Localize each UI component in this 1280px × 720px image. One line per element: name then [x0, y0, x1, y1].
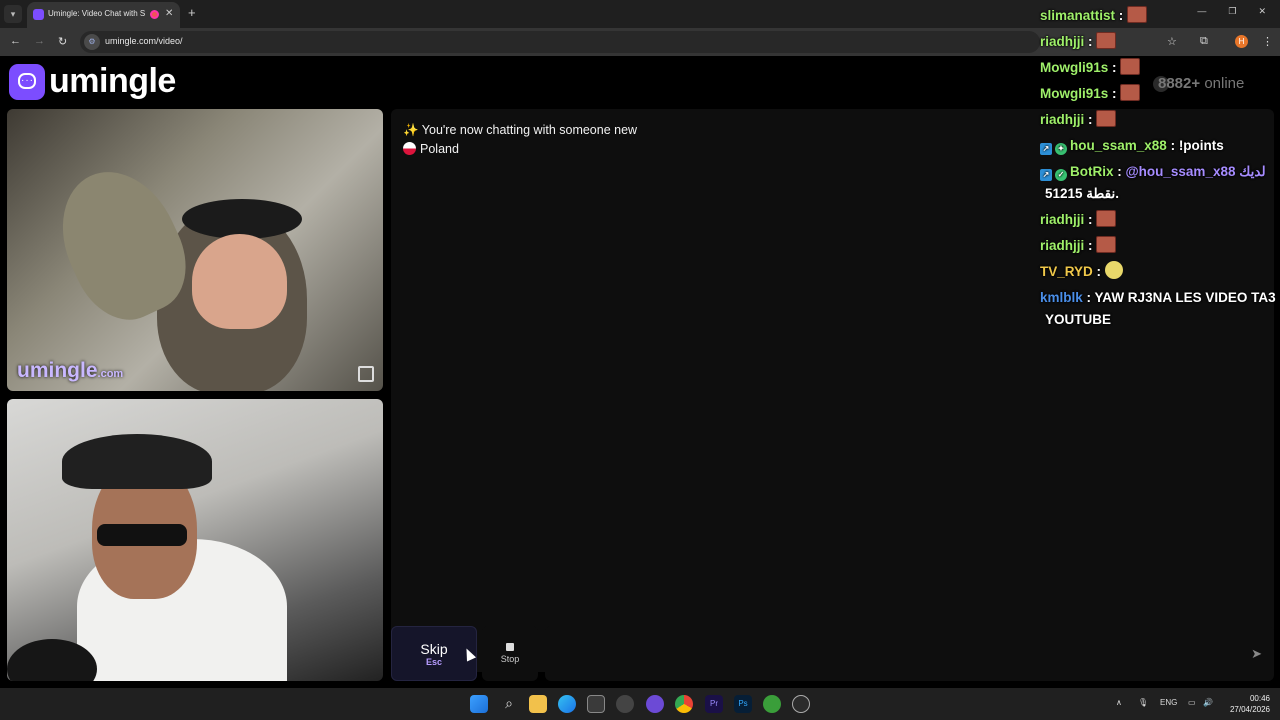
photoshop-icon[interactable]: Ps	[734, 695, 752, 713]
stop-icon	[506, 643, 514, 651]
emote-icon	[1096, 110, 1117, 127]
umingle-logo-icon[interactable]: ···	[9, 64, 45, 100]
moderator-badge-icon: ↗	[1040, 169, 1052, 181]
forward-icon[interactable]: →	[34, 35, 45, 47]
umingle-favicon-icon	[33, 9, 44, 20]
url-text: umingle.com/video/	[105, 36, 183, 46]
tray-chevron-icon[interactable]: ∧	[1116, 698, 1122, 707]
stranger-country: Poland	[403, 142, 459, 156]
close-tab-icon[interactable]: ✕	[165, 8, 173, 19]
emote-icon	[1096, 210, 1117, 227]
start-icon[interactable]	[470, 695, 488, 713]
microphone-icon[interactable]: 🎙	[1138, 698, 1148, 707]
volume-icon[interactable]: 🔊	[1203, 698, 1213, 707]
local-video	[7, 399, 383, 681]
tab-title: Umingle: Video Chat with S	[48, 9, 146, 18]
chat-line: slimanattist :	[1040, 5, 1280, 26]
chat-line: riadhjji :	[1040, 209, 1280, 230]
search-icon[interactable]: ⌕	[500, 695, 518, 713]
new-chat-message: ✨ You're now chatting with someone new	[403, 123, 638, 137]
chat-line: kmlblk : YAW RJ3NA LES VIDEO TA3	[1040, 290, 1276, 305]
chat-line: ↗ ✦ hou_ssam_x88 : !points	[1040, 135, 1280, 156]
send-icon[interactable]: ➤	[1251, 646, 1262, 662]
chat-line: Mowgli91s :	[1040, 83, 1280, 104]
chat-line: Mowgli91s :	[1040, 57, 1280, 78]
stop-button[interactable]: Stop	[482, 626, 538, 681]
premiere-icon[interactable]: Pr	[705, 695, 723, 713]
chat-line: riadhjji :	[1040, 235, 1280, 256]
new-tab-button[interactable]: +	[188, 5, 196, 20]
chat-line-continued: 51215 نقطة.	[1045, 186, 1119, 201]
chat-line-continued: YOUTUBE	[1045, 312, 1112, 327]
emote-icon	[1127, 6, 1148, 23]
vip-badge-icon: ✦	[1055, 143, 1067, 155]
language-indicator[interactable]: ENG	[1160, 698, 1177, 707]
recording-indicator-icon	[150, 10, 159, 19]
media-player-icon[interactable]	[792, 695, 810, 713]
emoji-face-icon	[1104, 261, 1123, 279]
edge-icon[interactable]	[558, 695, 576, 713]
tab-search-icon[interactable]: ▾	[4, 5, 22, 23]
store-icon[interactable]	[587, 695, 605, 713]
emote-icon	[1096, 32, 1117, 49]
brand-name[interactable]: umingle	[49, 62, 176, 101]
file-explorer-icon[interactable]	[529, 695, 547, 713]
address-bar[interactable]: ⚙ umingle.com/video/	[80, 31, 1040, 53]
windows-taskbar: ⌕ Pr Ps ∧ 🎙 ENG ▭ 🔊 00:46 27/04/2026	[0, 688, 1280, 720]
emote-icon	[1120, 58, 1141, 75]
chrome-icon[interactable]	[675, 695, 693, 713]
chat-line: TV_RYD :	[1040, 261, 1280, 282]
emote-icon	[1096, 236, 1117, 253]
reload-icon[interactable]: ↻	[58, 35, 67, 48]
chat-line: riadhjji :	[1040, 31, 1280, 52]
chat-line: riadhjji :	[1040, 109, 1280, 130]
back-icon[interactable]: ←	[10, 35, 21, 47]
utorrent-icon[interactable]	[763, 695, 781, 713]
moderator-badge-icon: ↗	[1040, 143, 1052, 155]
discord-icon[interactable]	[646, 695, 664, 713]
obs-icon[interactable]	[616, 695, 634, 713]
network-icon[interactable]: ▭	[1188, 698, 1196, 707]
poland-flag-icon	[403, 142, 416, 155]
umingle-watermark: umingle.com	[17, 359, 124, 382]
message-input[interactable]: ➤	[545, 626, 1274, 681]
report-flag-icon[interactable]	[358, 366, 374, 382]
chat-line: ↗ ✓ BotRix : @hou_ssam_x88 لديك	[1040, 161, 1280, 182]
site-info-icon[interactable]: ⚙	[84, 34, 100, 50]
skip-shortcut-key: Esc	[425, 657, 442, 667]
clock[interactable]: 00:46 27/04/2026	[1226, 693, 1270, 715]
browser-tab-umingle[interactable]: Umingle: Video Chat with S ✕	[27, 2, 180, 28]
verified-badge-icon: ✓	[1055, 169, 1067, 181]
emote-icon	[1120, 84, 1141, 101]
remote-video: umingle.com	[7, 109, 383, 391]
